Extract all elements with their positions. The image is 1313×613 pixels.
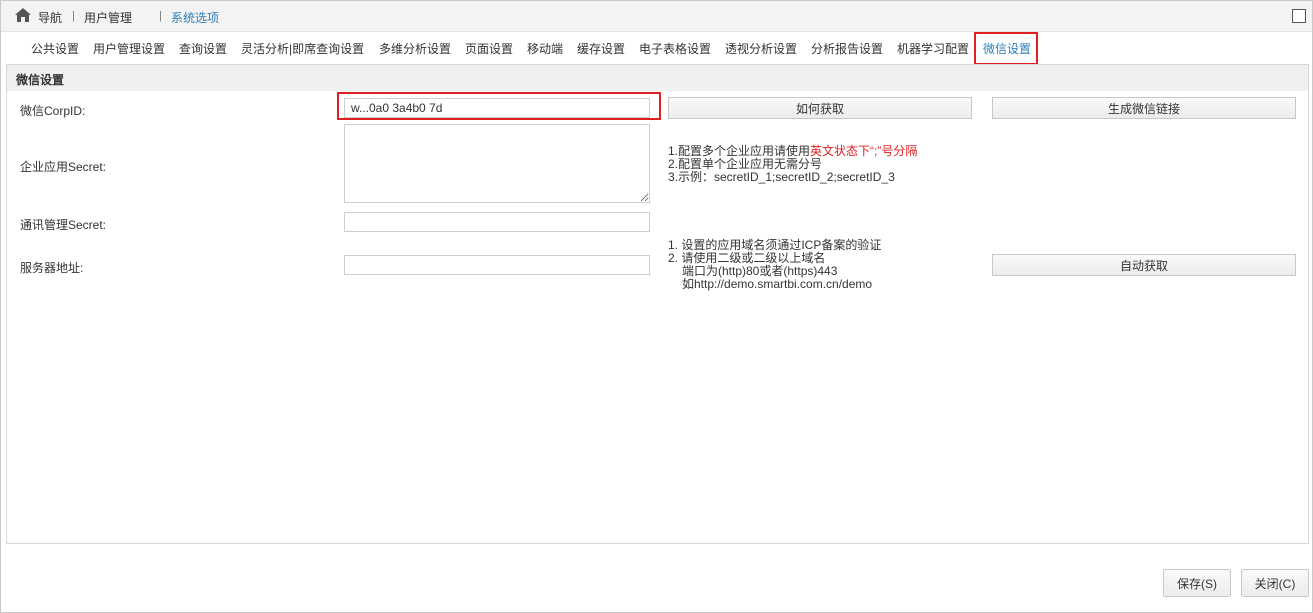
tab-mobile[interactable]: 移动端 [527,40,563,57]
tab-query-settings[interactable]: 查询设置 [179,40,227,57]
settings-tabs: 公共设置 用户管理设置 查询设置 灵活分析|即席查询设置 多维分析设置 页面设置… [1,32,1312,64]
app-secret-textarea[interactable] [344,124,650,203]
server-address-hint: 1. 设置的应用域名须通过ICP备案的验证 2. 请使用二级或二级以上域名 端口… [668,239,881,291]
contact-secret-input[interactable] [344,212,650,232]
wechat-settings-panel: 微信设置 微信CorpID: 如何获取 生成微信链接 企业应用Secret: 1… [6,64,1309,544]
tab-user-management-settings[interactable]: 用户管理设置 [93,40,165,57]
breadcrumb-separator: | [159,10,162,22]
breadcrumb-home[interactable]: 导航 [38,9,62,26]
panel-header: 微信设置 [7,65,1308,91]
save-button[interactable]: 保存(S) [1163,569,1231,597]
breadcrumb-user-management[interactable]: 用户管理 [84,9,132,26]
tab-ml-config[interactable]: 机器学习配置 [897,40,969,57]
app-secret-hint-line3: 3.示例：secretID_1;secretID_2;secretID_3 [668,170,895,184]
close-button[interactable]: 关闭(C) [1241,569,1309,597]
breadcrumb-system-options[interactable]: 系统选项 [171,9,219,26]
contact-secret-label: 通讯管理Secret: [20,218,107,232]
server-hint-line4: 如http://demo.smartbi.com.cn/demo [682,277,873,291]
auto-fetch-button[interactable]: 自动获取 [992,254,1296,276]
tab-olap-settings[interactable]: 多维分析设置 [379,40,451,57]
tab-pivot-settings[interactable]: 透视分析设置 [725,40,797,57]
breadcrumb-separator: | [72,10,75,22]
corpid-highlight [337,92,661,120]
tab-report-settings[interactable]: 分析报告设置 [811,40,883,57]
how-to-get-button[interactable]: 如何获取 [668,97,972,119]
app-secret-hint-separator-note: 英文状态下“;”号分隔 [810,144,918,158]
settings-window: 导航 | 用户管理 | 系统选项 公共设置 用户管理设置 查询设置 灵活分析|即… [0,0,1313,613]
corpid-label: 微信CorpID: [20,104,86,118]
save-button-label: 保存(S) [1177,576,1217,591]
active-tab-highlight [974,32,1038,65]
server-address-input[interactable] [344,255,650,275]
how-to-get-button-label: 如何获取 [795,101,844,116]
tab-cache-settings[interactable]: 缓存设置 [577,40,625,57]
breadcrumb: 导航 | 用户管理 | 系统选项 [1,1,1312,32]
panel-title: 微信设置 [16,73,65,87]
tab-adhoc-query-settings[interactable]: 灵活分析|即席查询设置 [241,40,364,57]
generate-wechat-link-button[interactable]: 生成微信链接 [992,97,1296,119]
app-secret-hint: 1.配置多个企业应用请使用英文状态下“;”号分隔 2.配置单个企业应用无需分号 … [668,145,917,184]
app-secret-hint-line1: 1.配置多个企业应用请使用 [668,144,811,158]
tab-public-settings[interactable]: 公共设置 [31,40,79,57]
home-icon[interactable] [15,8,31,22]
maximize-button[interactable] [1292,9,1306,23]
tab-page-settings[interactable]: 页面设置 [465,40,513,57]
server-address-label: 服务器地址: [20,261,84,275]
close-button-label: 关闭(C) [1254,576,1296,591]
tab-spreadsheet-settings[interactable]: 电子表格设置 [639,40,711,57]
auto-fetch-button-label: 自动获取 [1119,258,1168,273]
generate-wechat-link-button-label: 生成微信链接 [1107,101,1180,116]
app-secret-label: 企业应用Secret: [20,160,107,174]
